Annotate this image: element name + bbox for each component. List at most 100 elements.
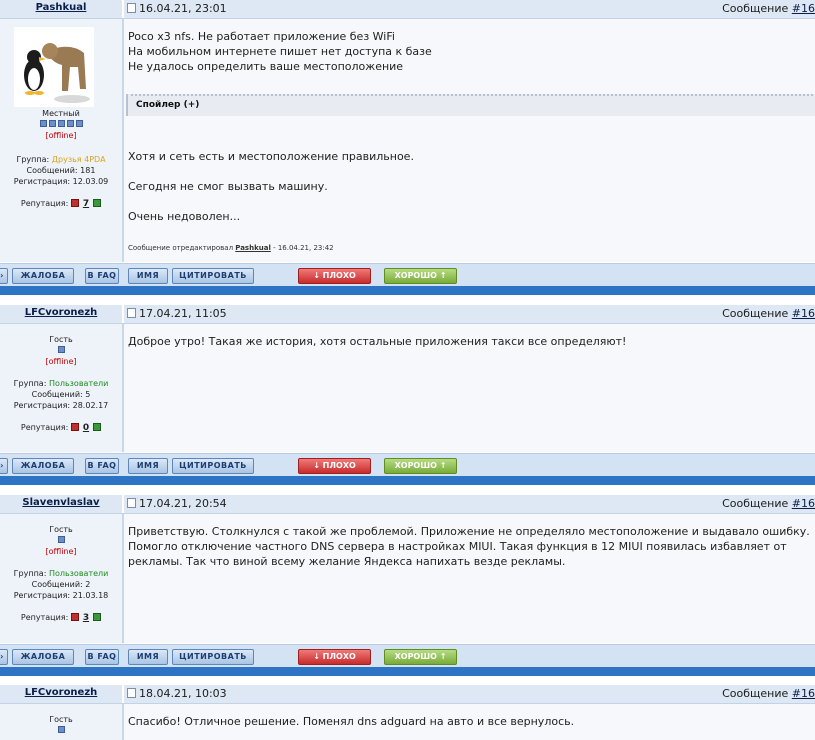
group-value: Пользователи [48, 569, 109, 578]
post-date-text: 17.04.21, 20:54 [139, 497, 227, 510]
rank-stars [57, 346, 66, 355]
edited-note: Сообщение отредактировал Pashkual - 16.0… [128, 244, 334, 252]
registered-value: 28.02.17 [72, 401, 109, 410]
messages-label: Сообщений: [26, 166, 81, 175]
reputation-value[interactable]: 3 [83, 613, 89, 623]
online-status: [offline] [45, 357, 77, 366]
spoiler-label[interactable]: Спойлер (+) [136, 100, 199, 110]
reputation-label: Репутация: [20, 613, 71, 622]
message-link[interactable]: #16 [792, 687, 815, 700]
faq-button[interactable]: В FAQ [85, 268, 119, 284]
group-label: Группа: [13, 569, 49, 578]
complaint-button[interactable]: ЖАЛОБА [12, 268, 74, 284]
reputation-minus-icon[interactable] [70, 199, 79, 207]
user-info-panel: Гость [offline] Группа: Пользователи Соо… [0, 514, 122, 643]
post-text-line: Доброе утро! Такая же история, хотя оста… [128, 335, 627, 348]
reputation-value[interactable]: 0 [83, 423, 89, 433]
registered-value: 21.03.18 [72, 591, 109, 600]
post-body: Poco x3 nfs. Не работает приложение без … [124, 19, 815, 262]
post-body: Спасибо! Отличное решение. Поменял dns a… [124, 704, 815, 740]
header-separator [122, 495, 124, 513]
edited-by-link[interactable]: Pashkual [235, 244, 271, 252]
rank-square-icon [57, 726, 65, 733]
post-text-line: Приветствую. Столкнулся с такой же пробл… [128, 525, 810, 538]
reputation-plus-icon[interactable] [93, 613, 102, 621]
user-info-panel: Гость [offline] Группа: Пользователи Соо… [0, 324, 122, 452]
rank-square-icon [39, 120, 47, 127]
name-button[interactable]: ИМЯ [128, 458, 168, 474]
good-button[interactable]: ХОРОШО ↑ [384, 458, 457, 474]
report-icon-button[interactable]: › [0, 268, 8, 284]
online-status: [offline] [45, 547, 77, 556]
post-text-line: рекламы. Так что виной всему желание Янд… [128, 555, 566, 568]
messages-value: 181 [80, 166, 96, 175]
reputation-plus-icon[interactable] [93, 199, 102, 207]
post-header: Slavenvlaslav 17.04.21, 20:54 Сообщение … [0, 495, 815, 514]
complaint-button[interactable]: ЖАЛОБА [12, 649, 74, 665]
user-reputation: Репутация: 7 [0, 198, 122, 210]
message-number: Сообщение #16 [722, 307, 815, 320]
user-info-panel: Местный [offline] Группа: Друзья 4PDA Со… [0, 19, 122, 262]
report-icon-button[interactable]: › [0, 458, 8, 474]
rank-square-icon [57, 536, 65, 543]
user-reputation: Репутация: 3 [0, 612, 122, 624]
post-date: 17.04.21, 11:05 [127, 307, 227, 320]
header-separator [122, 685, 124, 703]
header-separator [122, 0, 124, 18]
reputation-label: Репутация: [20, 199, 71, 208]
bad-button[interactable]: ↓ ПЛОХО [298, 458, 371, 474]
author-link[interactable]: LFCvoronezh [0, 687, 122, 698]
user-messages: Сообщений: 2 [0, 579, 122, 590]
message-label: Сообщение [722, 307, 792, 320]
registered-label: Регистрация: [13, 591, 73, 600]
rank-square-icon [48, 120, 56, 127]
faq-button[interactable]: В FAQ [85, 649, 119, 665]
messages-value: 2 [85, 580, 91, 589]
post-icon [127, 308, 136, 318]
report-icon-button[interactable]: › [0, 649, 8, 665]
reputation-value[interactable]: 7 [83, 199, 89, 209]
header-separator [122, 305, 124, 323]
spoiler-toggle[interactable]: Спойлер (+) [126, 94, 815, 116]
name-button[interactable]: ИМЯ [128, 268, 168, 284]
bad-button[interactable]: ↓ ПЛОХО [298, 649, 371, 665]
good-button[interactable]: ХОРОШО ↑ [384, 649, 457, 665]
user-registered: Регистрация: 21.03.18 [0, 590, 122, 601]
messages-value: 5 [85, 390, 91, 399]
post-actions-bar: › ЖАЛОБА В FAQ ИМЯ ЦИТИРОВАТЬ ↓ ПЛОХО ХО… [0, 453, 815, 476]
quote-button[interactable]: ЦИТИРОВАТЬ [172, 458, 254, 474]
complaint-button[interactable]: ЖАЛОБА [12, 458, 74, 474]
bad-button[interactable]: ↓ ПЛОХО [298, 268, 371, 284]
user-details: Гость [offline] Группа: Пользователи Соо… [0, 524, 122, 624]
post-header: LFCvoronezh 18.04.21, 10:03 Сообщение #1… [0, 685, 815, 704]
message-link[interactable]: #16 [792, 307, 815, 320]
post-text-line: Помогло отключение частного DNS сервера … [128, 540, 787, 553]
post-actions-bar: › ЖАЛОБА В FAQ ИМЯ ЦИТИРОВАТЬ ↓ ПЛОХО ХО… [0, 263, 815, 286]
user-role: Гость [49, 715, 73, 724]
group-label: Группа: [16, 155, 52, 164]
post-date: 18.04.21, 10:03 [127, 687, 227, 700]
rank-square-icon [57, 120, 65, 127]
user-registered: Регистрация: 28.02.17 [0, 400, 122, 411]
author-link[interactable]: Pashkual [0, 2, 122, 13]
message-number: Сообщение #16 [722, 687, 815, 700]
good-button[interactable]: ХОРОШО ↑ [384, 268, 457, 284]
message-link[interactable]: #16 [792, 497, 815, 510]
author-link[interactable]: Slavenvlaslav [0, 497, 122, 508]
reputation-minus-icon[interactable] [70, 613, 79, 621]
post-date-text: 18.04.21, 10:03 [139, 687, 227, 700]
faq-button[interactable]: В FAQ [85, 458, 119, 474]
rank-stars [57, 726, 66, 735]
quote-button[interactable]: ЦИТИРОВАТЬ [172, 649, 254, 665]
post-date: 17.04.21, 20:54 [127, 497, 227, 510]
online-status: [offline] [45, 131, 77, 140]
post-header: Pashkual 16.04.21, 23:01 Сообщение #16 [0, 0, 815, 19]
message-link[interactable]: #16 [792, 2, 815, 15]
name-button[interactable]: ИМЯ [128, 649, 168, 665]
post-text-line: Не удалось определить ваше местоположени… [128, 60, 404, 73]
author-link[interactable]: LFCvoronezh [0, 307, 122, 318]
user-details: Местный [offline] Группа: Друзья 4PDA Со… [0, 108, 122, 210]
reputation-minus-icon[interactable] [70, 423, 79, 431]
quote-button[interactable]: ЦИТИРОВАТЬ [172, 268, 254, 284]
reputation-plus-icon[interactable] [93, 423, 102, 431]
